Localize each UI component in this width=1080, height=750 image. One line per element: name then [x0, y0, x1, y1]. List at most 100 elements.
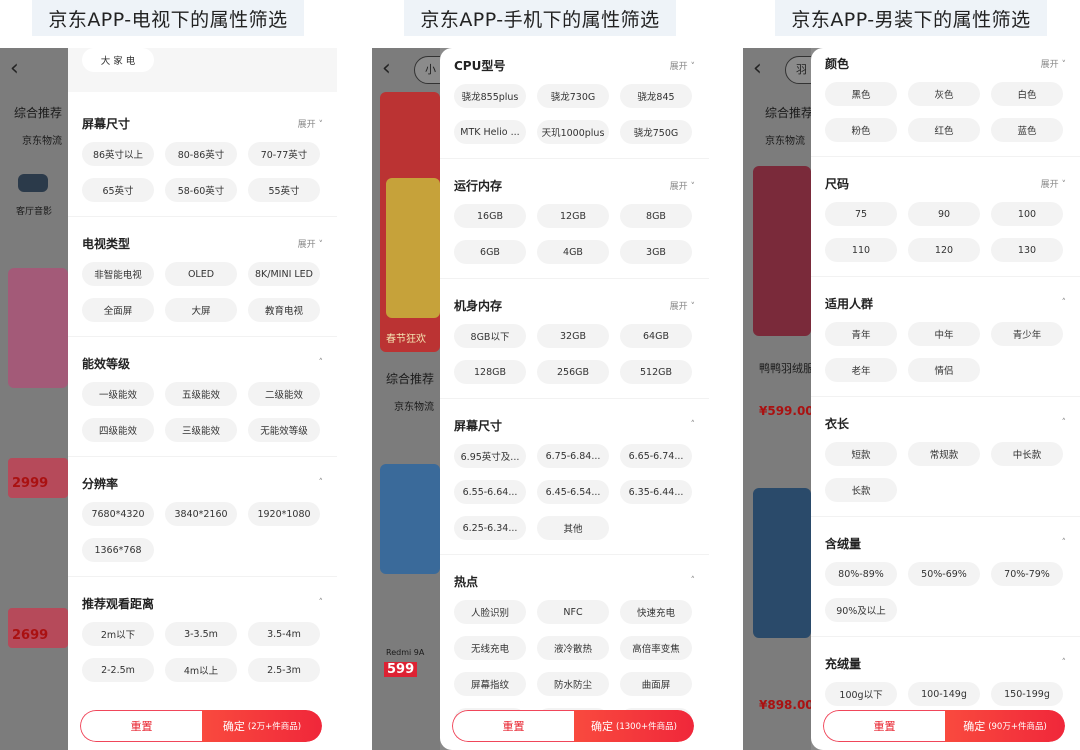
filter-chip[interactable]: 中长款 — [991, 442, 1063, 466]
filter-chip[interactable]: 2m以下 — [82, 622, 154, 646]
back-icon[interactable]: ‹ — [10, 58, 32, 80]
filter-chip[interactable]: 一级能效 — [82, 382, 154, 406]
section-header[interactable]: 运行内存 展开 ˅ — [440, 170, 709, 200]
filter-chip[interactable]: 55英寸 — [248, 178, 320, 202]
expand-toggle-icon[interactable]: 展开 ˅ — [670, 299, 695, 312]
filter-chip[interactable]: 无线充电 — [454, 636, 526, 660]
filter-chip[interactable]: 3GB — [620, 240, 692, 264]
section-header[interactable]: 充绒量 ˄ — [811, 648, 1080, 678]
filter-chip[interactable]: 100 — [991, 202, 1063, 226]
expand-toggle-icon[interactable]: 展开 ˅ — [298, 117, 323, 130]
filter-chip[interactable]: 6.95英寸及... — [454, 444, 526, 468]
filter-chip[interactable]: 150-199g — [991, 682, 1063, 706]
section-header[interactable]: 适用人群 ˄ — [811, 288, 1080, 318]
expand-toggle-icon[interactable]: 展开 ˅ — [670, 179, 695, 192]
filter-chip[interactable]: 64GB — [620, 324, 692, 348]
filter-chip[interactable]: 3.5-4m — [248, 622, 320, 646]
filter-chip[interactable]: 二级能效 — [248, 382, 320, 406]
expand-toggle-icon[interactable]: ˄ — [691, 576, 696, 586]
filter-chip[interactable]: MTK Helio ... — [454, 120, 526, 144]
filter-chip[interactable]: 70-77英寸 — [248, 142, 320, 166]
expand-toggle-icon[interactable]: ˄ — [319, 598, 324, 608]
expand-toggle-icon[interactable]: ˄ — [691, 420, 696, 430]
filter-chip[interactable]: 非智能电视 — [82, 262, 154, 286]
filter-chip[interactable]: 曲面屏 — [620, 672, 692, 696]
filter-chip[interactable]: 6.45-6.54... — [537, 480, 609, 504]
back-icon[interactable]: ‹ — [753, 58, 775, 80]
section-header[interactable]: 分辨率 ˄ — [68, 468, 337, 498]
filter-chip[interactable]: 粉色 — [825, 118, 897, 142]
filter-chip[interactable]: 液冷散热 — [537, 636, 609, 660]
filter-chip[interactable]: 90%及以上 — [825, 598, 897, 622]
filter-chip[interactable]: 12GB — [537, 204, 609, 228]
section-header[interactable]: 推荐观看距离 ˄ — [68, 588, 337, 618]
confirm-button[interactable]: 确定 (2万+件商品) — [202, 710, 322, 742]
filter-chip[interactable]: 骁龙730G — [537, 84, 609, 108]
filter-chip[interactable]: 100-149g — [908, 682, 980, 706]
expand-toggle-icon[interactable]: 展开 ˅ — [298, 237, 323, 250]
filter-chip[interactable]: 16GB — [454, 204, 526, 228]
expand-toggle-icon[interactable]: ˄ — [1062, 538, 1067, 548]
filter-chip[interactable]: 6.25-6.34... — [454, 516, 526, 540]
expand-toggle-icon[interactable]: 展开 ˅ — [1041, 57, 1066, 70]
filter-chip[interactable]: 80-86英寸 — [165, 142, 237, 166]
filter-chip[interactable]: 90 — [908, 202, 980, 226]
filter-chip[interactable]: 58-60英寸 — [165, 178, 237, 202]
reset-button[interactable]: 重置 — [823, 710, 945, 742]
filter-chip[interactable]: NFC — [537, 600, 609, 624]
filter-chip[interactable]: 6.35-6.44... — [620, 480, 692, 504]
expand-toggle-icon[interactable]: ˄ — [319, 358, 324, 368]
filter-chip[interactable]: 6.55-6.64... — [454, 480, 526, 504]
filter-chip[interactable]: 三级能效 — [165, 418, 237, 442]
filter-chip[interactable]: 红色 — [908, 118, 980, 142]
filter-chip[interactable]: 四级能效 — [82, 418, 154, 442]
filter-chip[interactable]: 8K/MINI LED — [248, 262, 320, 286]
filter-chip[interactable]: 1366*768 — [82, 538, 154, 562]
filter-chip[interactable]: 4GB — [537, 240, 609, 264]
expand-toggle-icon[interactable]: 展开 ˅ — [1041, 177, 1066, 190]
filter-chip[interactable]: 75 — [825, 202, 897, 226]
filter-chip[interactable]: 7680*4320 — [82, 502, 154, 526]
filter-chip[interactable]: 86英寸以上 — [82, 142, 154, 166]
filter-chip[interactable]: 情侣 — [908, 358, 980, 382]
reset-button[interactable]: 重置 — [452, 710, 574, 742]
filter-chip[interactable]: 110 — [825, 238, 897, 262]
filter-chip[interactable]: 骁龙855plus — [454, 84, 526, 108]
filter-chip[interactable]: 130 — [991, 238, 1063, 262]
filter-chip[interactable]: 3-3.5m — [165, 622, 237, 646]
section-header[interactable]: 热点 ˄ — [440, 566, 709, 596]
confirm-button[interactable]: 确定 (1300+件商品) — [574, 710, 694, 742]
filter-chip[interactable]: 128GB — [454, 360, 526, 384]
filter-chip[interactable]: 天玑1000plus — [537, 120, 609, 144]
section-header[interactable]: 含绒量 ˄ — [811, 528, 1080, 558]
filter-chip[interactable]: 4m以上 — [165, 658, 237, 682]
filter-chip[interactable]: 256GB — [537, 360, 609, 384]
filter-chip[interactable]: 青少年 — [991, 322, 1063, 346]
filter-chip[interactable]: 2.5-3m — [248, 658, 320, 682]
filter-chip[interactable]: 防水防尘 — [537, 672, 609, 696]
section-header[interactable]: 机身内存 展开 ˅ — [440, 290, 709, 320]
filter-chip[interactable]: 6.75-6.84... — [537, 444, 609, 468]
back-icon[interactable]: ‹ — [382, 58, 404, 80]
filter-chip[interactable]: 中年 — [908, 322, 980, 346]
filter-chip[interactable]: 大屏 — [165, 298, 237, 322]
filter-chip[interactable]: 80%-89% — [825, 562, 897, 586]
filter-chip[interactable]: 2-2.5m — [82, 658, 154, 682]
filter-chip[interactable]: 长款 — [825, 478, 897, 502]
filter-chip[interactable]: 50%-69% — [908, 562, 980, 586]
filter-chip[interactable]: 骁龙845 — [620, 84, 692, 108]
filter-chip[interactable]: 100g以下 — [825, 682, 897, 706]
filter-chip[interactable]: 骁龙750G — [620, 120, 692, 144]
section-header[interactable]: 屏幕尺寸 ˄ — [440, 410, 709, 440]
filter-chip[interactable]: 6GB — [454, 240, 526, 264]
filter-chip[interactable]: 8GB — [620, 204, 692, 228]
section-header[interactable]: 衣长 ˄ — [811, 408, 1080, 438]
filter-chip[interactable]: 常规款 — [908, 442, 980, 466]
section-header[interactable]: 屏幕尺寸 展开 ˅ — [68, 108, 337, 138]
expand-toggle-icon[interactable]: ˄ — [1062, 658, 1067, 668]
section-header[interactable]: 颜色 展开 ˅ — [811, 48, 1080, 78]
filter-chip[interactable]: 五级能效 — [165, 382, 237, 406]
filter-chip[interactable]: 高倍率变焦 — [620, 636, 692, 660]
confirm-button[interactable]: 确定 (90万+件商品) — [945, 710, 1065, 742]
filter-chip[interactable]: 老年 — [825, 358, 897, 382]
